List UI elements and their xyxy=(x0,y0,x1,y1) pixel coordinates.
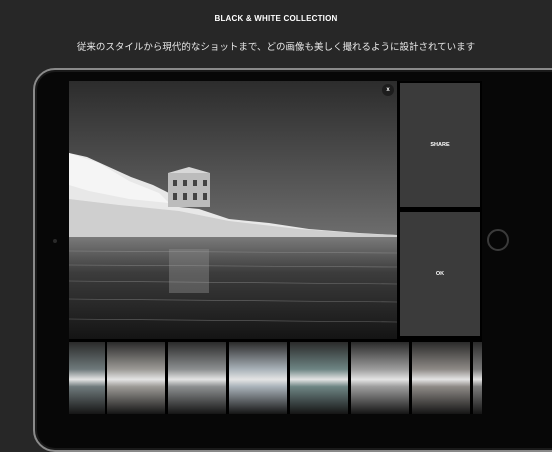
headline: BLACK & WHITE COLLECTION xyxy=(214,14,338,23)
filter-thumb-2[interactable] xyxy=(107,342,165,414)
action-panel: SHARE OK xyxy=(397,81,482,339)
subheadline: 従来のスタイルから現代的なショットまで、どの画像も美しく撮れるように設計されてい… xyxy=(76,42,476,53)
filter-thumb-7[interactable] xyxy=(412,342,470,414)
app-screen: x SHARE OK xyxy=(69,81,482,414)
close-icon[interactable]: x xyxy=(382,84,394,96)
filter-thumb-4[interactable] xyxy=(229,342,287,414)
filter-thumb-1[interactable] xyxy=(69,342,105,414)
home-button[interactable] xyxy=(487,229,509,251)
filter-thumb-8[interactable] xyxy=(473,342,482,414)
ok-button[interactable]: OK xyxy=(400,212,480,336)
share-button[interactable]: SHARE xyxy=(400,83,480,207)
filter-thumb-6[interactable] xyxy=(351,342,409,414)
front-camera xyxy=(53,239,57,243)
photo-preview xyxy=(69,81,397,339)
filter-thumb-3[interactable] xyxy=(168,342,226,414)
filter-strip xyxy=(69,340,482,414)
filter-thumb-5[interactable] xyxy=(290,342,348,414)
